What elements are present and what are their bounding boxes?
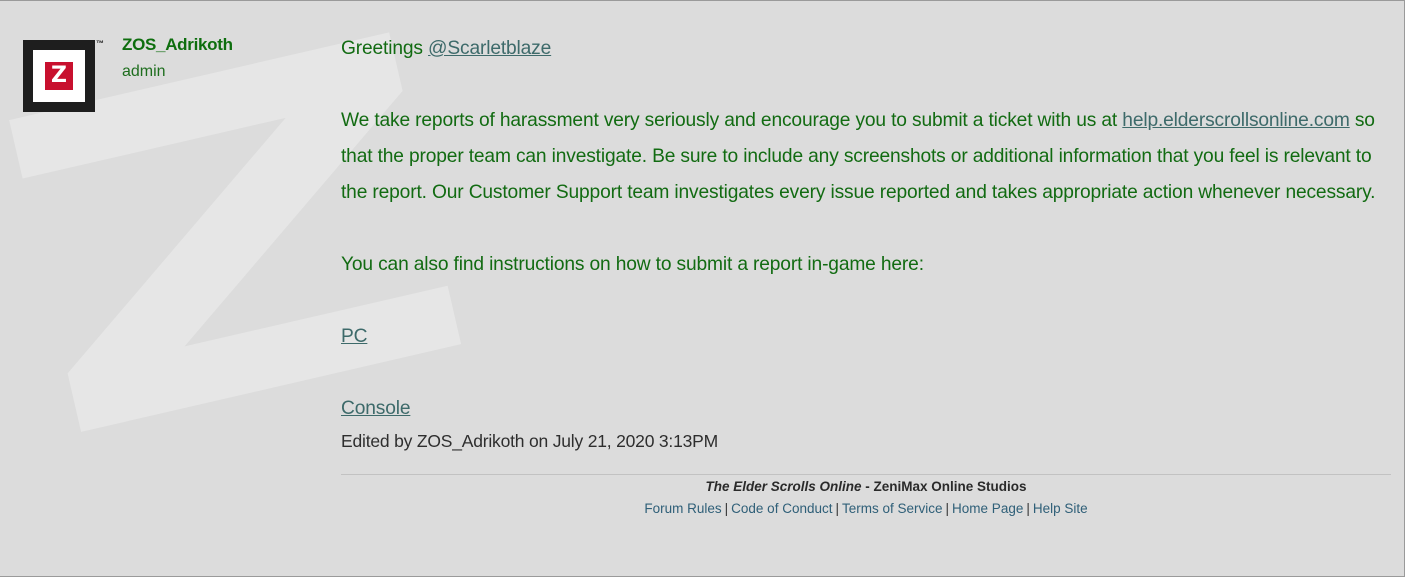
footer-game-title: The Elder Scrolls Online xyxy=(705,479,862,494)
footer-separator: - xyxy=(861,479,874,494)
greeting-text: Greetings xyxy=(341,38,429,59)
footer-link-separator: | xyxy=(724,501,729,516)
help-site-link[interactable]: help.elderscrollsonline.com xyxy=(1122,110,1350,131)
author-role: admin xyxy=(122,63,166,80)
footer-divider xyxy=(341,474,1391,475)
mention-link[interactable]: @Scarletblaze xyxy=(428,38,551,59)
avatar[interactable]: Z xyxy=(23,40,95,112)
avatar-frame: Z xyxy=(33,50,85,102)
forum-post: Z ™ ZOS_Adrikoth admin Greetings @Scarle… xyxy=(0,0,1405,577)
terms-of-service-link[interactable]: Terms of Service xyxy=(842,501,943,516)
zos-logo-icon: Z xyxy=(45,62,73,90)
footer-credits: The Elder Scrolls Online - ZeniMax Onlin… xyxy=(341,477,1391,497)
console-link[interactable]: Console xyxy=(341,398,411,419)
footer-link-separator: | xyxy=(945,501,950,516)
console-link-line: Console xyxy=(341,391,1391,427)
footer-link-separator: | xyxy=(1026,501,1030,516)
paragraph-report: We take reports of harassment very serio… xyxy=(341,103,1391,211)
home-page-link[interactable]: Home Page xyxy=(952,501,1023,516)
post-body: Greetings @Scarletblaze We take reports … xyxy=(341,31,1391,427)
author-username[interactable]: ZOS_Adrikoth xyxy=(122,35,233,55)
paragraph-report-text-start: We take reports of harassment very serio… xyxy=(341,110,1123,131)
greeting-line: Greetings @Scarletblaze xyxy=(341,31,1391,67)
code-of-conduct-link[interactable]: Code of Conduct xyxy=(731,501,832,516)
footer-studio: ZeniMax Online Studios xyxy=(873,479,1027,494)
footer-link-separator: | xyxy=(835,501,839,516)
footer-links: Forum Rules | Code of Conduct | Terms of Ser… xyxy=(341,499,1391,519)
edited-note: Edited by ZOS_Adrikoth on July 21, 2020 … xyxy=(341,431,718,451)
forum-rules-link[interactable]: Forum Rules xyxy=(644,501,721,516)
paragraph-instructions: You can also find instructions on how to… xyxy=(341,254,924,275)
trademark-mark: ™ xyxy=(96,39,104,48)
help-site-footer-link[interactable]: Help Site xyxy=(1033,501,1088,516)
pc-link[interactable]: PC xyxy=(341,326,368,347)
pc-link-line: PC xyxy=(341,319,1391,355)
